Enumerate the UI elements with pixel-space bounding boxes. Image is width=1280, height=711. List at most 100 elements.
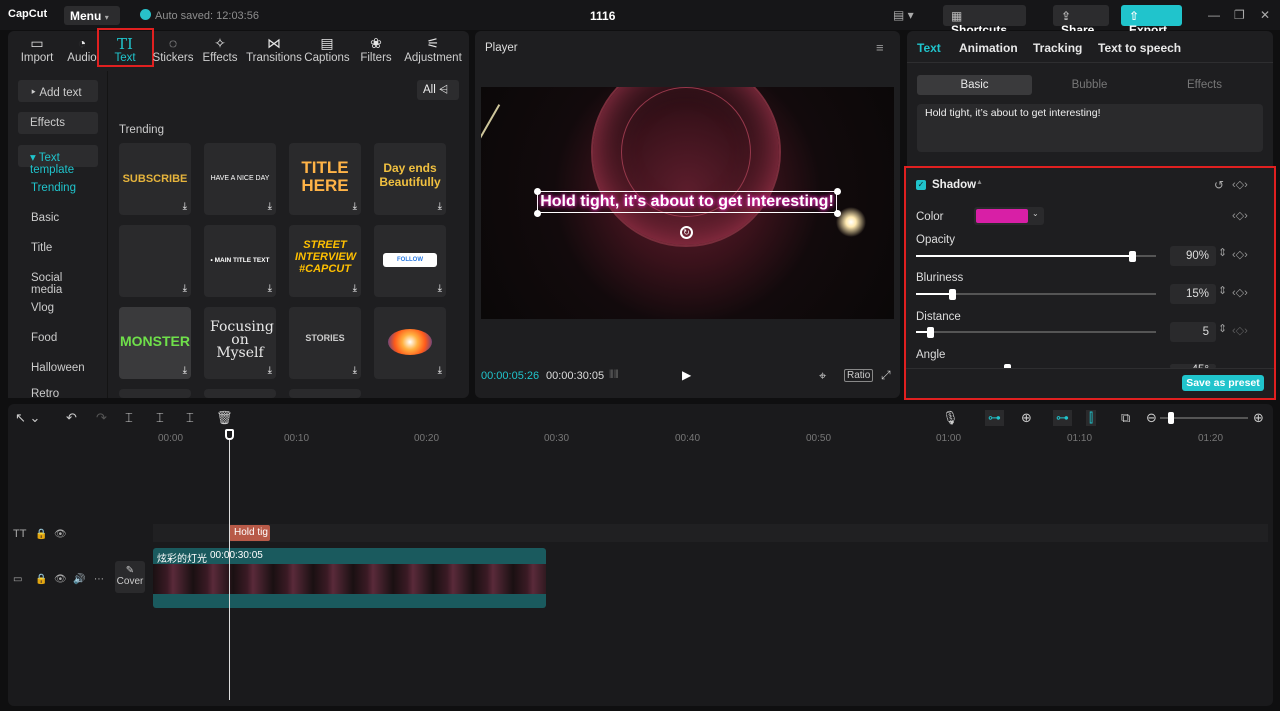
download-icon[interactable]: ⤓: [183, 283, 187, 294]
video-preview[interactable]: Hold tight, it's about to get interestin…: [481, 87, 894, 319]
tool-import[interactable]: ▭ Import: [14, 35, 60, 64]
download-icon[interactable]: ⤓: [268, 201, 272, 212]
minimize-icon[interactable]: —: [1208, 8, 1220, 22]
template-thumb[interactable]: STREET INTERVIEW #CAPCUT ⤓: [289, 225, 361, 297]
download-icon[interactable]: ⤓: [183, 201, 187, 212]
eye-icon[interactable]: 👁: [54, 529, 67, 540]
keyframe-icon[interactable]: ‹◇›: [1232, 286, 1248, 299]
save-as-preset-button[interactable]: Save as preset: [1182, 375, 1264, 391]
tool-captions[interactable]: ▤ Captions: [304, 35, 350, 64]
stepper-icon[interactable]: ⇕: [1218, 322, 1227, 335]
template-thumb[interactable]: STORIES ⤓: [289, 307, 361, 379]
tool-effects[interactable]: ✧ Effects: [200, 35, 240, 64]
zoom-out-icon[interactable]: ⊖: [1146, 410, 1157, 426]
playhead-handle[interactable]: [225, 429, 234, 440]
play-icon[interactable]: ▶: [682, 368, 691, 382]
tool-filters[interactable]: ❀ Filters: [358, 35, 394, 64]
chevron-up-icon[interactable]: ▲: [976, 179, 983, 186]
text-overlay[interactable]: Hold tight, it's about to get interestin…: [537, 191, 837, 213]
keyframe-icon[interactable]: ‹◇›: [1232, 178, 1248, 191]
keyframe-icon[interactable]: ‹◇›: [1232, 324, 1248, 337]
segment-bubble[interactable]: Bubble: [1032, 75, 1147, 95]
template-thumb[interactable]: [119, 389, 191, 398]
sidebar-item-halloween[interactable]: Halloween: [18, 357, 98, 379]
export-button[interactable]: ⇧ Export: [1121, 5, 1182, 37]
slider-handle[interactable]: [949, 289, 956, 300]
download-icon[interactable]: ⤓: [353, 365, 357, 376]
redo-icon[interactable]: ↷: [96, 410, 107, 426]
template-thumb[interactable]: FOLLOW ⤓: [374, 225, 446, 297]
stepper-icon[interactable]: ⇕: [1218, 246, 1227, 259]
segment-basic[interactable]: Basic: [917, 75, 1032, 95]
download-icon[interactable]: ⤓: [438, 201, 442, 212]
more-icon[interactable]: ⋯: [94, 574, 104, 585]
resize-handle[interactable]: [534, 188, 541, 195]
zoom-handle[interactable]: [1168, 412, 1174, 424]
keyframe-icon[interactable]: ‹◇›: [1232, 209, 1248, 222]
text-clip[interactable]: Hold tig: [229, 525, 270, 541]
layout-icon[interactable]: ▤ ▾: [893, 8, 914, 22]
text-input[interactable]: Hold tight, it’s about to get interestin…: [917, 104, 1263, 152]
slider-handle[interactable]: [927, 327, 935, 338]
ratio-button[interactable]: Ratio: [844, 369, 874, 382]
sidebar-item-retro[interactable]: Retro: [18, 383, 98, 398]
snap-icon[interactable]: ⊶: [1053, 410, 1072, 426]
download-icon[interactable]: ⤓: [353, 283, 357, 294]
download-icon[interactable]: ⤓: [183, 365, 187, 376]
slider-handle[interactable]: [1129, 251, 1136, 262]
split-left-icon[interactable]: ⌶: [156, 410, 164, 426]
resize-handle[interactable]: [834, 210, 841, 217]
time-ruler[interactable]: [153, 430, 1273, 442]
segment-effects[interactable]: Effects: [1147, 75, 1262, 95]
shortcuts-button[interactable]: ▦ Shortcuts: [943, 5, 1026, 37]
close-icon[interactable]: ✕: [1260, 8, 1270, 22]
template-thumb[interactable]: ⤓: [119, 225, 191, 297]
stepper-icon[interactable]: ⇕: [1218, 284, 1227, 297]
template-thumb[interactable]: • MAIN TITLE TEXT ⤓: [204, 225, 276, 297]
tab-text[interactable]: Text: [917, 41, 941, 55]
download-icon[interactable]: ⤓: [438, 365, 442, 376]
keyframe-icon[interactable]: ‹◇›: [1232, 248, 1248, 261]
template-thumb[interactable]: TITLE HERE ⤓: [289, 143, 361, 215]
link-icon[interactable]: ⊕: [1021, 410, 1032, 426]
tab-text-to-speech[interactable]: Text to speech: [1098, 41, 1181, 55]
template-thumb[interactable]: SUBSCRIBE ⤓: [119, 143, 191, 215]
tool-adjustment[interactable]: ⚟ Adjustment: [402, 35, 464, 64]
share-button[interactable]: ⇪ Share: [1053, 5, 1109, 37]
distance-value[interactable]: 5: [1170, 322, 1216, 342]
distance-slider[interactable]: [916, 331, 1156, 333]
template-thumb[interactable]: Day ends Beautifully ⤓: [374, 143, 446, 215]
preview-axis-icon[interactable]: ⧉: [1121, 410, 1130, 426]
sidebar-item-title[interactable]: Title: [18, 237, 98, 259]
sidebar-item-basic[interactable]: Basic: [18, 207, 98, 229]
tool-transitions[interactable]: ⋈ Transitions: [246, 35, 302, 64]
screenshot-icon[interactable]: ⌖: [819, 368, 826, 384]
download-icon[interactable]: ⤓: [353, 201, 357, 212]
split-icon[interactable]: ⌶: [125, 410, 133, 426]
video-clip[interactable]: 炫彩的灯光 00:00:30:05: [153, 548, 546, 608]
sidebar-item-vlog[interactable]: Vlog: [18, 297, 98, 319]
sidebar-item-social-media[interactable]: Social media: [18, 267, 108, 296]
speaker-icon[interactable]: 🔊: [73, 574, 85, 585]
sidebar-effects[interactable]: Effects: [18, 112, 98, 134]
lock-icon[interactable]: 🔒: [35, 529, 47, 540]
microphone-icon[interactable]: 🎙: [942, 410, 959, 426]
playhead[interactable]: [229, 430, 230, 700]
tab-tracking[interactable]: Tracking: [1033, 41, 1082, 55]
split-preview-icon[interactable]: ⫿: [1086, 410, 1097, 426]
template-thumb[interactable]: ⤓: [374, 307, 446, 379]
fullscreen-icon[interactable]: ⤢: [881, 368, 891, 383]
sidebar-text-template[interactable]: ▾ Text template: [18, 145, 98, 176]
hamburger-icon[interactable]: ≡: [876, 40, 884, 55]
cover-button[interactable]: ✎ Cover: [115, 561, 145, 593]
template-thumb[interactable]: [289, 389, 361, 398]
delete-icon[interactable]: 🗑: [216, 410, 233, 426]
sidebar-item-food[interactable]: Food: [18, 327, 98, 349]
split-right-icon[interactable]: ⌶: [186, 410, 194, 426]
sidebar-item-trending[interactable]: Trending: [18, 177, 98, 199]
undo-icon[interactable]: ↶: [66, 410, 77, 426]
template-thumb[interactable]: Focusing on Myself ⤓: [204, 307, 276, 379]
filter-all-button[interactable]: All ⩤: [417, 80, 459, 100]
template-thumb[interactable]: [204, 389, 276, 398]
zoom-in-icon[interactable]: ⊕: [1253, 410, 1264, 426]
